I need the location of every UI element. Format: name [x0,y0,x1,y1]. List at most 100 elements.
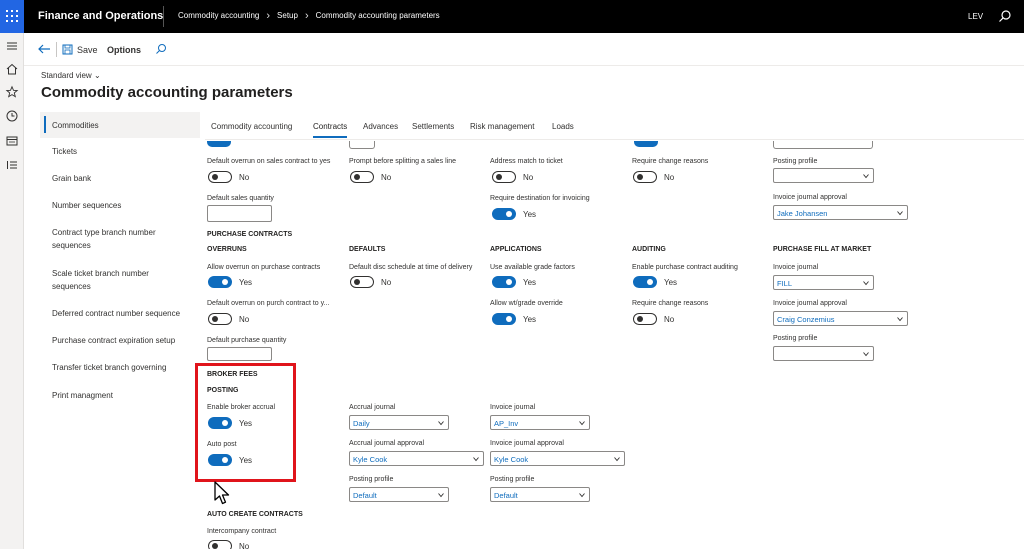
workspaces-icon[interactable] [5,134,19,148]
vtab-tickets[interactable]: Tickets [40,145,200,158]
vtab-scale-ticket-branch[interactable]: Scale ticket branch number sequences [40,267,200,293]
user-company-label[interactable]: LEV [968,12,983,21]
accrual-journal-select[interactable]: Daily [349,415,449,430]
app-title[interactable]: Finance and Operations [38,10,163,22]
breadcrumb-item[interactable]: Setup [277,11,298,20]
select-value: Default [353,491,377,500]
toggle-value: No [381,173,392,182]
field-partial[interactable] [773,141,873,149]
field-label: Default overrun on purch contract to y..… [207,300,330,307]
top-bar: Finance and Operations Commodity account… [0,0,1024,33]
field-label: Default sales quantity [207,195,274,202]
field-label: Invoice journal [490,404,536,411]
sales-invoice-approval-select[interactable]: Jake Johansen [773,205,908,220]
search-icon[interactable] [998,9,1012,23]
require-change-toggle[interactable] [633,171,657,183]
select-value: FILL [777,279,793,288]
field-label: Require destination for invoicing [490,195,590,202]
options-button[interactable]: Options [107,45,141,55]
breadcrumb-item[interactable]: Commodity accounting [178,11,259,20]
modules-list-icon[interactable] [5,158,19,172]
vtab-transfer-ticket[interactable]: Transfer ticket branch governing [40,361,200,374]
require-destination-toggle[interactable] [492,208,516,220]
field-label: Posting profile [773,335,818,342]
sales-overrun-toggle[interactable] [208,171,232,183]
star-icon[interactable] [5,85,19,99]
tab-contracts[interactable]: Contracts [313,122,348,138]
highlight-box [195,363,296,482]
toggle-partial[interactable] [349,141,375,149]
sales-posting-profile-select[interactable] [773,168,874,183]
back-arrow-icon[interactable] [37,43,51,55]
fill-invoice-journal-select[interactable]: FILL [773,275,874,290]
wt-grade-toggle[interactable] [492,313,516,325]
tab-risk-management[interactable]: Risk management [470,122,534,131]
vtab-print-management[interactable]: Print managment [40,389,200,402]
vtab-grain-bank[interactable]: Grain bank [40,172,200,185]
chevron-down-icon [473,457,479,462]
vtab-commodities[interactable]: Commodities [40,112,200,138]
app-launcher-button[interactable] [0,0,24,33]
toggle-value: Yes [523,278,537,287]
broker-invoice-journal-select[interactable]: AP_Inv [490,415,590,430]
save-button[interactable]: Save [62,42,98,57]
field-label: Invoice journal approval [773,300,847,307]
broker-invoice-posting-profile-select[interactable]: Default [490,487,590,502]
purchase-invoice-approval-select[interactable]: Craig Conzemius [773,311,908,326]
vtab-deferred-contract[interactable]: Deferred contract number sequence [40,307,200,320]
allow-overrun-toggle[interactable] [208,276,232,288]
vtab-label-line: Scale ticket branch number [52,269,149,278]
chevron-down-icon [897,211,903,216]
select-value: Default [494,491,518,500]
group-header: DEFAULTS [349,246,386,253]
toggle-value: No [523,173,534,182]
default-sales-quantity-input[interactable] [207,205,272,222]
chevron-down-icon [438,493,444,498]
select-value: Jake Johansen [777,209,828,218]
toggle-value: Yes [239,278,253,287]
tab-loads[interactable]: Loads [552,122,574,131]
home-icon[interactable] [5,62,19,76]
purchase-posting-profile-select[interactable] [773,346,874,361]
accrual-approval-select[interactable]: Kyle Cook [349,451,484,466]
default-purchase-quantity-input[interactable] [207,347,272,361]
field-label: Address match to ticket [490,158,563,165]
app-window: Finance and Operations Commodity account… [0,0,1024,549]
prompt-split-toggle[interactable] [350,171,374,183]
broker-invoice-approval-select[interactable]: Kyle Cook [490,451,625,466]
purchase-require-change-toggle[interactable] [633,313,657,325]
field-label: Invoice journal approval [773,194,847,201]
vtab-contract-type-branch[interactable]: Contract type branch number sequences [40,226,200,252]
vtab-number-sequences[interactable]: Number sequences [40,199,200,212]
field-label: Require change reasons [632,300,709,307]
tab-advances[interactable]: Advances [363,122,398,131]
address-match-toggle[interactable] [492,171,516,183]
hamburger-menu-icon[interactable] [5,39,19,53]
vtab-label-line: Contract type branch number [52,228,156,237]
broker-posting-profile-select[interactable]: Default [349,487,449,502]
grade-factors-toggle[interactable] [492,276,516,288]
tab-commodity-accounting[interactable]: Commodity accounting [211,122,292,131]
field-label: Default disc schedule at time of deliver… [349,264,473,271]
toggle-partial[interactable] [207,141,231,147]
search-icon[interactable] [155,43,167,55]
tab-settlements[interactable]: Settlements [412,122,454,131]
intercompany-toggle[interactable] [208,540,232,549]
group-header: APPLICATIONS [490,246,542,253]
toggle-partial[interactable] [634,141,658,147]
save-icon [62,44,73,55]
field-label: Accrual journal [349,404,396,411]
chevron-down-icon [614,457,620,462]
breadcrumb-item[interactable]: Commodity accounting parameters [316,11,440,20]
view-selector[interactable]: Standard view ⌄ [41,71,101,80]
chevron-down-icon: ⌄ [93,71,101,80]
disc-schedule-toggle[interactable] [350,276,374,288]
enable-audit-toggle[interactable] [633,276,657,288]
select-value: Kyle Cook [353,455,388,464]
overrun-purch-toggle[interactable] [208,313,232,325]
vtab-purchase-expiration[interactable]: Purchase contract expiration setup [40,334,200,347]
chevron-down-icon [579,421,585,426]
view-selector-label: Standard view [41,71,92,80]
toggle-value: Yes [664,278,678,287]
clock-icon[interactable] [5,109,19,123]
